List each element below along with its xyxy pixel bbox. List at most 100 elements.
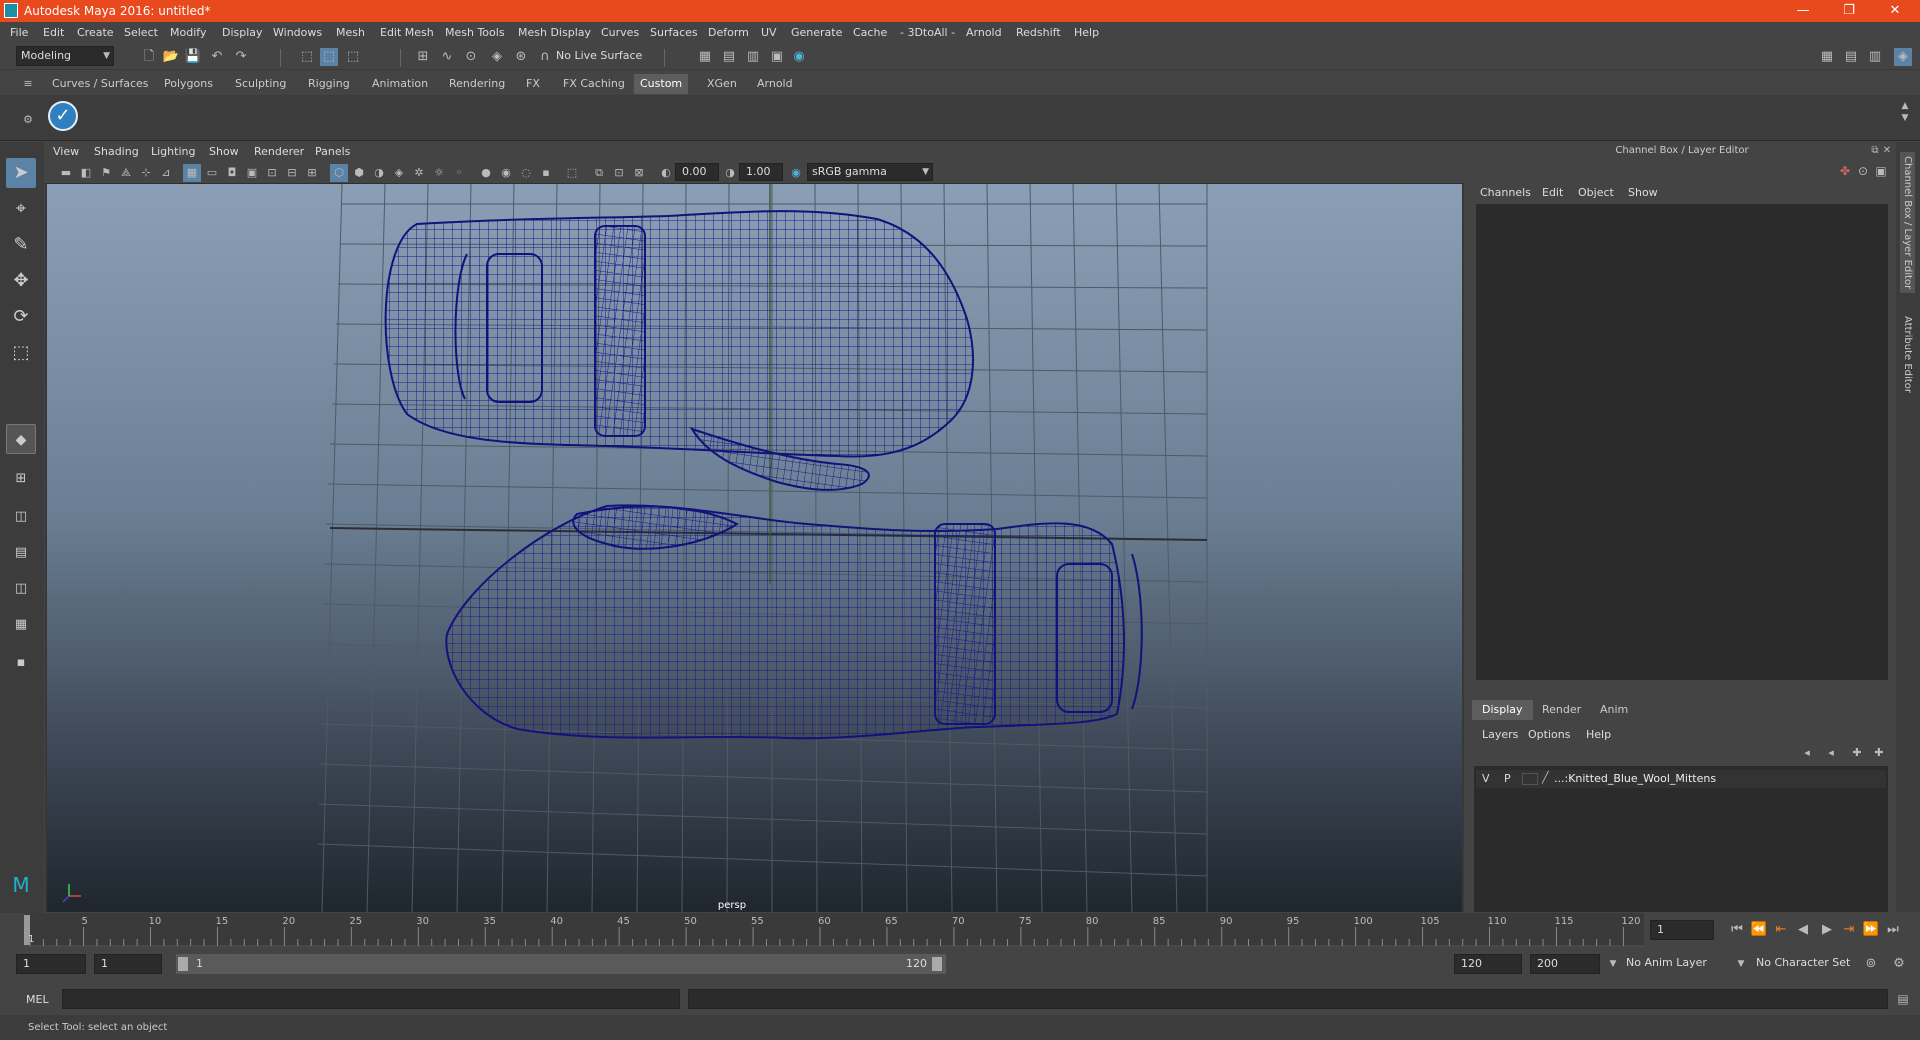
select-by-component-icon[interactable]: ⬚	[344, 48, 362, 66]
outliner-layout-icon[interactable]: ▤	[6, 538, 36, 568]
exposure-field[interactable]: 0.00	[675, 163, 719, 181]
new-layer-selected-icon[interactable]: ✚	[1870, 744, 1888, 762]
menu-modify[interactable]: Modify	[170, 26, 206, 39]
scale-tool-icon[interactable]: ⬚	[6, 338, 36, 368]
safe-title-icon[interactable]: ⊟	[283, 164, 301, 182]
menu-edit-mesh[interactable]: Edit Mesh	[380, 26, 434, 39]
minimize-button[interactable]: —	[1780, 0, 1826, 22]
smooth-shade-icon[interactable]: ⬢	[350, 164, 368, 182]
channel-menu-show[interactable]: Show	[1628, 186, 1658, 199]
film-gate-icon[interactable]: ⊿	[157, 164, 175, 182]
render-view-icon[interactable]: ▣	[768, 48, 786, 66]
layer-menu-options[interactable]: Options	[1528, 728, 1570, 741]
menu-arnold[interactable]: Arnold	[966, 26, 1002, 39]
menu-set-dropdown[interactable]: Modeling ▼	[16, 46, 114, 66]
side-tab-channel-box[interactable]: Channel Box / Layer Editor	[1900, 152, 1915, 294]
step-back-key-icon[interactable]: ⇤	[1772, 921, 1790, 939]
viewport-menu-view[interactable]: View	[53, 145, 79, 158]
select-by-object-icon[interactable]: ⬚	[320, 48, 338, 66]
channel-menu-edit[interactable]: Edit	[1542, 186, 1563, 199]
isolate-select-icon[interactable]: ▪	[537, 164, 555, 182]
depth-of-field-icon[interactable]: ◌	[517, 164, 535, 182]
step-forward-key-icon[interactable]: ⇥	[1840, 921, 1858, 939]
render-frame-icon[interactable]: ▤	[720, 48, 738, 66]
mitten-top-mesh[interactable]	[384, 210, 974, 491]
range-slider[interactable]: 1 120	[176, 954, 946, 974]
hypershade-icon[interactable]: ◉	[790, 48, 808, 66]
shelf-tab-xgen[interactable]: XGen	[701, 74, 743, 94]
open-scene-icon[interactable]: 📂	[162, 48, 180, 66]
layer-color-swatch-icon[interactable]: ╱	[1542, 771, 1549, 784]
menu-deform[interactable]: Deform	[708, 26, 749, 39]
layer-display-type-toggle[interactable]	[1522, 773, 1538, 785]
view-transform-dropdown[interactable]: sRGB gamma ▼	[807, 163, 933, 181]
paint-select-tool-icon[interactable]: ✎	[6, 230, 36, 260]
shelf-tab-sculpting[interactable]: Sculpting	[229, 74, 292, 94]
playback-end-field[interactable]: 120	[1454, 954, 1522, 974]
grid-toggle-icon[interactable]: ⊹	[137, 164, 155, 182]
ipr-render-icon[interactable]: ▥	[744, 48, 762, 66]
script-editor-icon[interactable]: ▤	[1894, 990, 1912, 1008]
shelf-tab-animation[interactable]: Animation	[366, 74, 434, 94]
auto-key-icon[interactable]: ⊚	[1862, 955, 1880, 973]
screen-space-ao-icon[interactable]: ◦	[450, 164, 468, 182]
layer-name[interactable]: ...:Knitted_Blue_Wool_Mittens	[1554, 772, 1716, 785]
shelf-tab-fx-caching[interactable]: FX Caching	[557, 74, 631, 94]
side-tab-attribute-editor[interactable]: Attribute Editor	[1900, 312, 1915, 397]
field-chart-icon[interactable]: ▣	[243, 164, 261, 182]
gamma-field[interactable]: 1.00	[739, 163, 783, 181]
layer-playback-toggle[interactable]: P	[1504, 772, 1511, 785]
mitten-bottom-mesh[interactable]	[445, 504, 1143, 740]
menu-uv[interactable]: UV	[761, 26, 777, 39]
menu-curves[interactable]: Curves	[601, 26, 639, 39]
character-set-chevron-down-icon[interactable]: ▼	[1732, 955, 1750, 973]
menu-cache[interactable]: Cache	[853, 26, 887, 39]
undo-icon[interactable]: ↶	[208, 48, 226, 66]
move-tool-icon[interactable]: ✥	[6, 266, 36, 296]
animation-preferences-icon[interactable]: ⚙	[1890, 955, 1908, 973]
playback-start-field[interactable]: 1	[94, 954, 162, 974]
channel-settings-icon[interactable]: ▣	[1872, 162, 1890, 180]
character-set-dropdown[interactable]: No Character Set	[1752, 954, 1862, 974]
lasso-tool-icon[interactable]: ⌖	[6, 194, 36, 224]
live-surface-field[interactable]: No Live Surface	[552, 47, 646, 67]
menu-edit[interactable]: Edit	[43, 26, 64, 39]
select-tool-icon[interactable]: ➤	[6, 158, 36, 188]
command-language-label[interactable]: MEL	[26, 993, 49, 1006]
anim-layer-chevron-down-icon[interactable]: ▼	[1604, 955, 1622, 973]
menu-file[interactable]: File	[10, 26, 28, 39]
xray-joints-icon[interactable]: ⊡	[610, 164, 628, 182]
shelf-settings-icon[interactable]: ⚙	[19, 111, 37, 129]
channel-menu-object[interactable]: Object	[1578, 186, 1614, 199]
layer-menu-layers[interactable]: Layers	[1482, 728, 1518, 741]
anti-aliasing-icon[interactable]: ◉	[497, 164, 515, 182]
close-panel-icon[interactable]: ✕	[1878, 142, 1896, 160]
step-back-frame-icon[interactable]: ⏪	[1750, 921, 1768, 939]
layer-row[interactable]: V P ╱ ...:Knitted_Blue_Wool_Mittens	[1476, 770, 1886, 788]
custom-check-tool-icon[interactable]: ✓	[48, 101, 78, 131]
grid-icon[interactable]: ▦	[183, 164, 201, 182]
gamma-icon[interactable]: ◑	[721, 164, 739, 182]
backface-culling-icon[interactable]: ⊠	[630, 164, 648, 182]
snap-curve-icon[interactable]: ∿	[438, 48, 456, 66]
select-camera-icon[interactable]: ▬	[57, 164, 75, 182]
xray-icon[interactable]: ⬚	[563, 164, 581, 182]
snap-point-icon[interactable]: ⊙	[462, 48, 480, 66]
menu-mesh[interactable]: Mesh	[336, 26, 365, 39]
maximize-button[interactable]: ❐	[1826, 0, 1872, 22]
go-to-start-icon[interactable]: ⏮	[1728, 921, 1746, 939]
single-perspective-layout-icon[interactable]: ◆	[6, 424, 36, 454]
two-pane-layout-icon[interactable]: ◫	[6, 502, 36, 532]
wireframe-icon[interactable]: ⬡	[330, 164, 348, 182]
hypershade-layout-icon[interactable]: ▦	[6, 610, 36, 640]
play-forwards-icon[interactable]: ▶	[1818, 921, 1836, 939]
new-layer-icon[interactable]: ✚	[1848, 744, 1866, 762]
menu-mesh-display[interactable]: Mesh Display	[518, 26, 591, 39]
shadows-icon[interactable]: ☼	[430, 164, 448, 182]
shelf-tab-fx[interactable]: FX	[520, 74, 546, 94]
exposure-icon[interactable]: ◐	[657, 164, 675, 182]
camera-attributes-icon[interactable]: ◧	[77, 164, 95, 182]
menu-create[interactable]: Create	[77, 26, 114, 39]
resolution-gate-icon[interactable]: ▭	[203, 164, 221, 182]
shelf-menu-icon[interactable]: ≡	[19, 75, 37, 93]
